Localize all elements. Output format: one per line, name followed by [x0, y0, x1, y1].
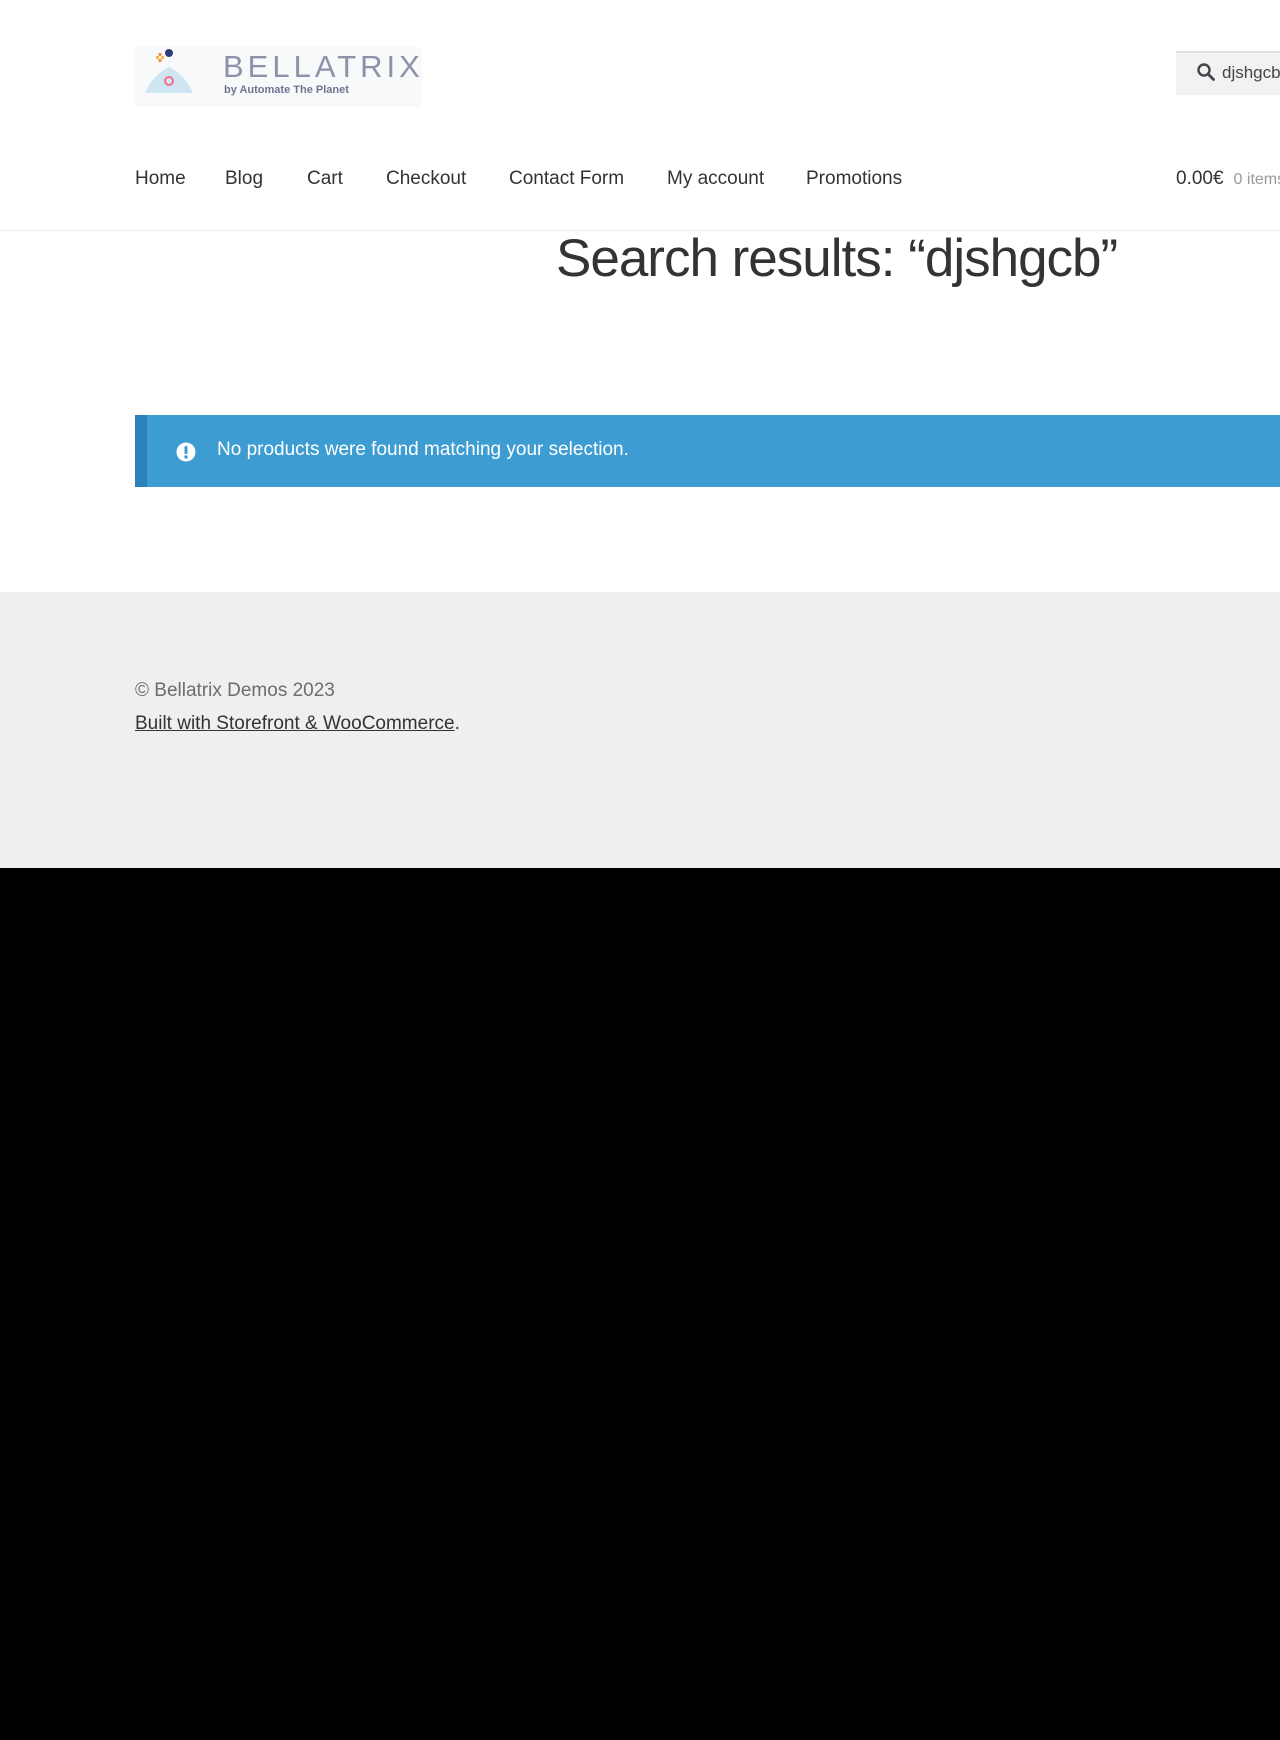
site-header: BELLATRIX by Automate The Planet Home Bl… [0, 0, 1280, 231]
nav-item-checkout[interactable]: Checkout [386, 168, 466, 190]
header-cart[interactable]: 0.00€ 0 items [1176, 168, 1280, 190]
search-input[interactable] [1222, 59, 1280, 87]
footer-credit: Built with Storefront & WooCommerce. [135, 713, 460, 735]
nav-item-home[interactable]: Home [135, 168, 186, 190]
logo-brand: BELLATRIX [223, 49, 424, 84]
page-title: Search results: “djshgcb” [556, 229, 1118, 288]
info-notice: No products were found matching your sel… [135, 415, 1280, 487]
footer-copyright: © Bellatrix Demos 2023 [135, 680, 335, 701]
nav-item-promotions[interactable]: Promotions [806, 168, 902, 190]
storefront-woocommerce-link[interactable]: Built with Storefront & WooCommerce [135, 713, 455, 734]
nav-item-contact-form[interactable]: Contact Form [509, 168, 624, 190]
footer-credit-suffix: . [454, 713, 460, 734]
nav-item-blog[interactable]: Blog [225, 168, 263, 190]
logo-tagline: by Automate The Planet [224, 84, 349, 96]
site-footer: © Bellatrix Demos 2023 Built with Storef… [0, 592, 1280, 868]
nav-item-my-account[interactable]: My account [667, 168, 764, 190]
nav-item-cart[interactable]: Cart [307, 168, 343, 190]
page: BELLATRIX by Automate The Planet Home Bl… [0, 0, 1280, 868]
cart-amount: 0.00€ [1176, 168, 1224, 189]
info-icon [176, 442, 196, 462]
search-icon [1197, 63, 1215, 81]
notice-accent-bar [135, 415, 147, 487]
site-logo[interactable]: BELLATRIX by Automate The Planet [135, 47, 422, 107]
cart-item-count: 0 items [1233, 171, 1280, 188]
notice-message: No products were found matching your sel… [217, 439, 629, 460]
search-box [1176, 51, 1280, 95]
logo-mountain-icon [145, 49, 193, 93]
